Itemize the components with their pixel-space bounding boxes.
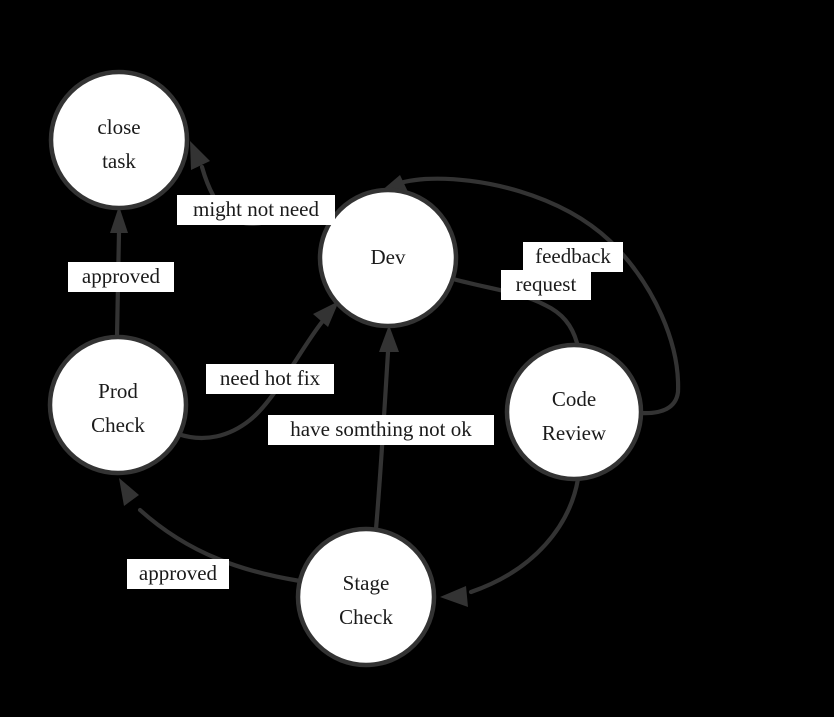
node-circle (295, 526, 437, 668)
edge-path (468, 476, 581, 595)
node-dev[interactable]: Dev (317, 187, 459, 329)
edge-label-text: have somthing not ok (290, 417, 472, 441)
node-label-line1: Stage (343, 571, 390, 595)
node-circle (504, 342, 644, 482)
node-stage-check[interactable]: Stage Check (295, 526, 437, 668)
node-label-line2: Check (339, 605, 393, 629)
node-label-line2: task (102, 149, 136, 173)
arrowhead-icon (379, 325, 399, 352)
edge-label-stage-check-to-prod-check: approved (127, 559, 229, 589)
edge-label-text: approved (139, 561, 218, 585)
edge-label-text: approved (82, 264, 161, 288)
node-code-review[interactable]: Code Review (504, 342, 644, 482)
node-label-line2: Review (542, 421, 607, 445)
node-label-line1: Prod (98, 379, 138, 403)
edge-label-text: might not need (193, 197, 319, 221)
edge-label-request: request (501, 270, 591, 300)
arrowhead-icon (119, 478, 139, 506)
state-diagram-svg: close task Dev Prod Check Code Review St… (47, 69, 681, 668)
node-close-task[interactable]: close task (48, 69, 190, 211)
edge-label-text: request (516, 272, 577, 296)
node-label-line1: Dev (371, 245, 406, 269)
edge-label-prod-check-to-close-task: approved (68, 262, 174, 292)
node-circle (48, 69, 190, 211)
edge-label-text: feedback (535, 244, 611, 268)
edge-label-dev-to-close-task: might not need (177, 195, 335, 225)
arrowhead-icon (190, 141, 210, 170)
node-circle (47, 334, 189, 476)
edge-label-text: need hot fix (220, 366, 321, 390)
arrowhead-icon (440, 586, 468, 607)
node-label-line1: close (97, 115, 140, 139)
node-label-line2: Check (91, 413, 145, 437)
arrowhead-icon (313, 301, 339, 327)
edge-label-feedback: feedback (523, 242, 623, 272)
edge-label-stage-check-to-dev: have somthing not ok (268, 415, 494, 445)
edge-code-review-to-stage-check[interactable] (440, 476, 581, 607)
node-label-line1: Code (552, 387, 596, 411)
node-prod-check[interactable]: Prod Check (47, 334, 189, 476)
diagram-canvas: close task Dev Prod Check Code Review St… (0, 0, 834, 717)
edge-label-prod-check-to-dev: need hot fix (206, 364, 334, 394)
